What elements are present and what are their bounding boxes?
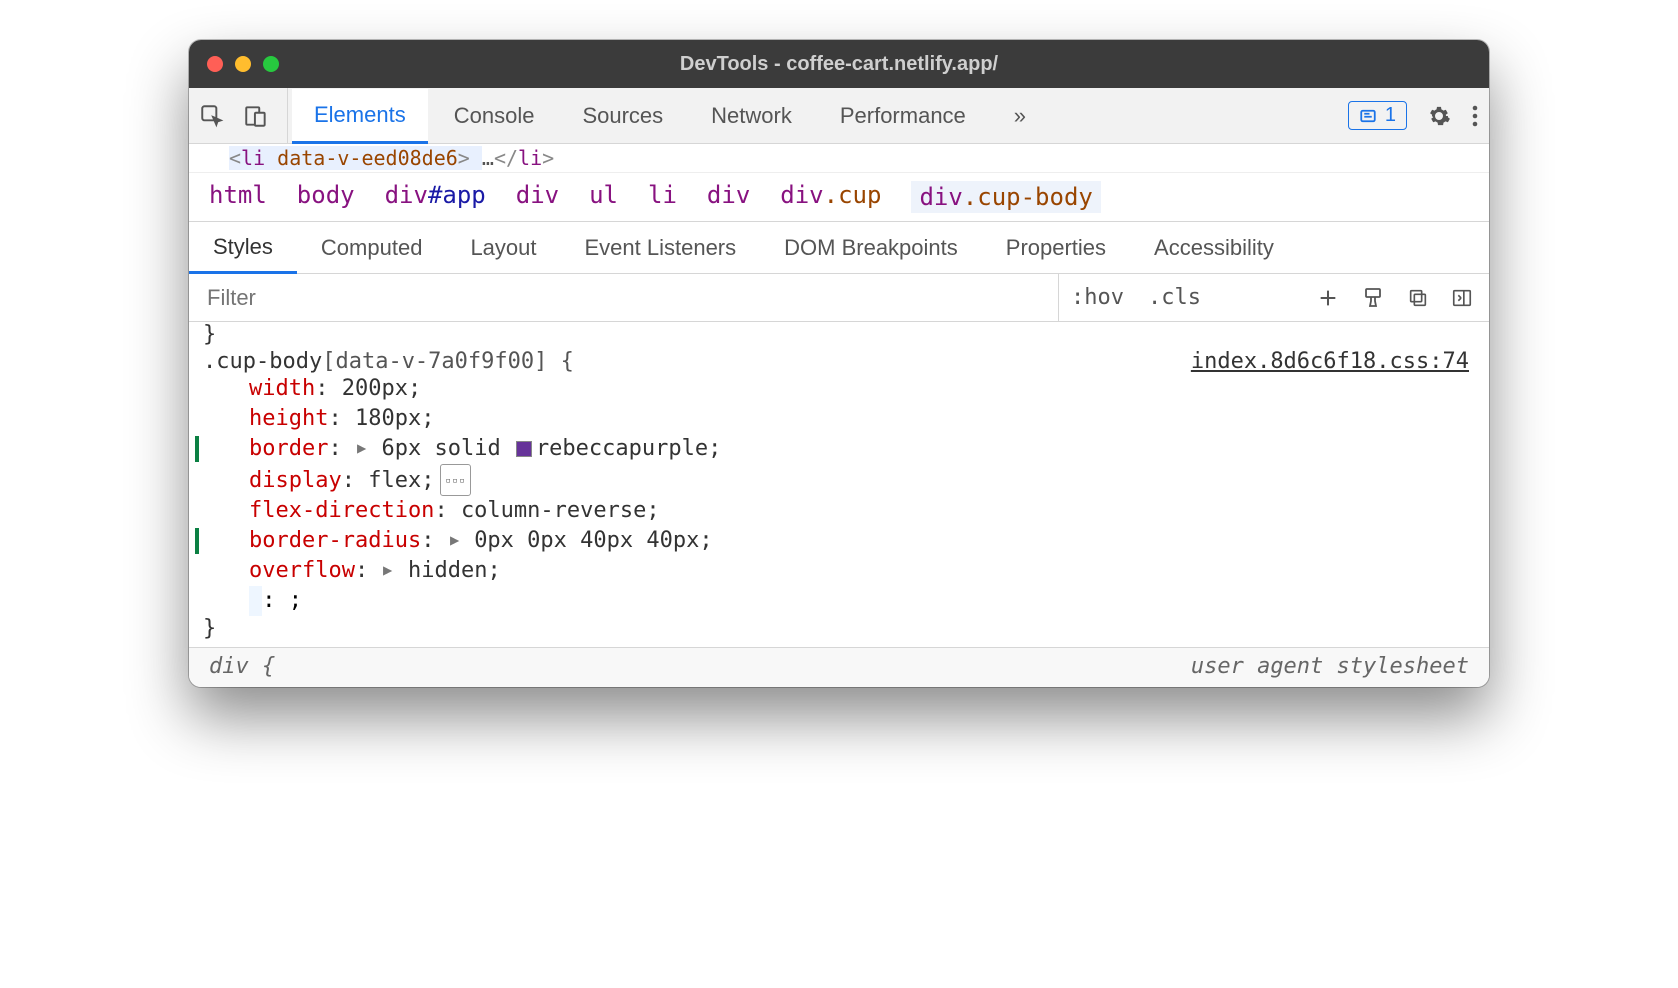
- subtab-props[interactable]: Properties: [982, 222, 1130, 273]
- breadcrumb-item[interactable]: ul: [589, 181, 618, 213]
- breadcrumb-item[interactable]: li: [648, 181, 677, 213]
- subtab-dom-bp[interactable]: DOM Breakpoints: [760, 222, 982, 273]
- cls-toggle[interactable]: .cls: [1136, 285, 1213, 310]
- copy-icon[interactable]: [1407, 287, 1429, 309]
- breadcrumb-item[interactable]: div#app: [385, 181, 486, 213]
- traffic-lights: [207, 56, 279, 72]
- source-link[interactable]: index.8d6c6f18.css:74: [1191, 349, 1469, 374]
- tab-network[interactable]: Network: [689, 88, 814, 143]
- issues-badge[interactable]: 1: [1348, 101, 1407, 130]
- css-declaration[interactable]: border-radius: ▶ 0px 0px 40px 40px;: [239, 526, 1469, 556]
- css-declaration[interactable]: width: 200px;: [239, 374, 1469, 404]
- styles-filter-input[interactable]: [189, 274, 1059, 321]
- styles-filterbar: :hov .cls: [189, 274, 1489, 322]
- css-declaration[interactable]: flex-direction: column-reverse;: [239, 496, 1469, 526]
- breadcrumb-item[interactable]: body: [297, 181, 355, 213]
- tab-overflow[interactable]: »: [992, 88, 1048, 143]
- tab-elements[interactable]: Elements: [292, 89, 428, 144]
- devtools-window: DevTools - coffee-cart.netlify.app/ Elem…: [189, 40, 1489, 687]
- new-declaration-line[interactable]: : ;: [239, 586, 1469, 616]
- dom-breadcrumbs: htmlbodydiv#appdivullidivdiv.cupdiv.cup-…: [189, 173, 1489, 222]
- subtab-computed[interactable]: Computed: [297, 222, 447, 273]
- css-declaration[interactable]: border: ▶ 6px solid rebeccapurple;: [239, 434, 1469, 464]
- settings-gear-icon[interactable]: [1427, 104, 1451, 128]
- breadcrumb-item[interactable]: div: [516, 181, 559, 213]
- css-declaration[interactable]: height: 180px;: [239, 404, 1469, 434]
- device-toolbar-icon[interactable]: [243, 103, 269, 129]
- tabbar-right-tools: 1: [1336, 101, 1479, 130]
- prev-rule-close: }: [189, 322, 1489, 347]
- tab-console[interactable]: Console: [432, 88, 557, 143]
- inspect-element-icon[interactable]: [199, 103, 225, 129]
- more-menu-icon[interactable]: [1471, 104, 1479, 128]
- ua-label: user agent stylesheet: [1191, 654, 1469, 679]
- new-style-rule-icon[interactable]: [1317, 287, 1339, 309]
- breadcrumb-item[interactable]: html: [209, 181, 267, 213]
- zoom-window-dot[interactable]: [263, 56, 279, 72]
- dom-tree-row[interactable]: <li data-v-eed08de6> …</li>: [189, 144, 1489, 173]
- paintbrush-icon[interactable]: [1361, 286, 1385, 310]
- rule-close-brace: }: [203, 616, 1469, 641]
- tabbar-left-tools: [199, 88, 288, 143]
- titlebar: DevTools - coffee-cart.netlify.app/: [189, 40, 1489, 88]
- minimize-window-dot[interactable]: [235, 56, 251, 72]
- css-rule: index.8d6c6f18.css:74 .cup-body[data-v-7…: [189, 347, 1489, 643]
- tab-sources[interactable]: Sources: [560, 88, 685, 143]
- styles-subtabs: Styles Computed Layout Event Listeners D…: [189, 222, 1489, 274]
- toggle-sidebar-icon[interactable]: [1451, 287, 1473, 309]
- css-declaration[interactable]: overflow: ▶ hidden;: [239, 556, 1469, 586]
- subtab-layout[interactable]: Layout: [446, 222, 560, 273]
- flex-badge-icon[interactable]: ▫▫▫: [440, 464, 471, 496]
- subtab-event[interactable]: Event Listeners: [561, 222, 761, 273]
- subtab-a11y[interactable]: Accessibility: [1130, 222, 1298, 273]
- main-tab-bar: Elements Console Sources Network Perform…: [189, 88, 1489, 144]
- breadcrumb-item[interactable]: div: [707, 181, 750, 213]
- user-agent-rule: div { user agent stylesheet: [189, 647, 1489, 687]
- subtab-styles[interactable]: Styles: [189, 223, 297, 274]
- css-declaration[interactable]: display: flex;▫▫▫: [239, 464, 1469, 496]
- hov-toggle[interactable]: :hov: [1059, 285, 1136, 310]
- issues-count: 1: [1385, 104, 1396, 127]
- color-swatch[interactable]: [516, 441, 532, 457]
- breadcrumb-item[interactable]: div.cup: [780, 181, 881, 213]
- breadcrumb-item[interactable]: div.cup-body: [911, 181, 1100, 213]
- ua-selector: div {: [209, 654, 275, 679]
- issues-icon: [1359, 107, 1377, 125]
- window-title: DevTools - coffee-cart.netlify.app/: [189, 53, 1489, 76]
- styles-pane: } index.8d6c6f18.css:74 .cup-body[data-v…: [189, 322, 1489, 647]
- tab-performance[interactable]: Performance: [818, 88, 988, 143]
- close-window-dot[interactable]: [207, 56, 223, 72]
